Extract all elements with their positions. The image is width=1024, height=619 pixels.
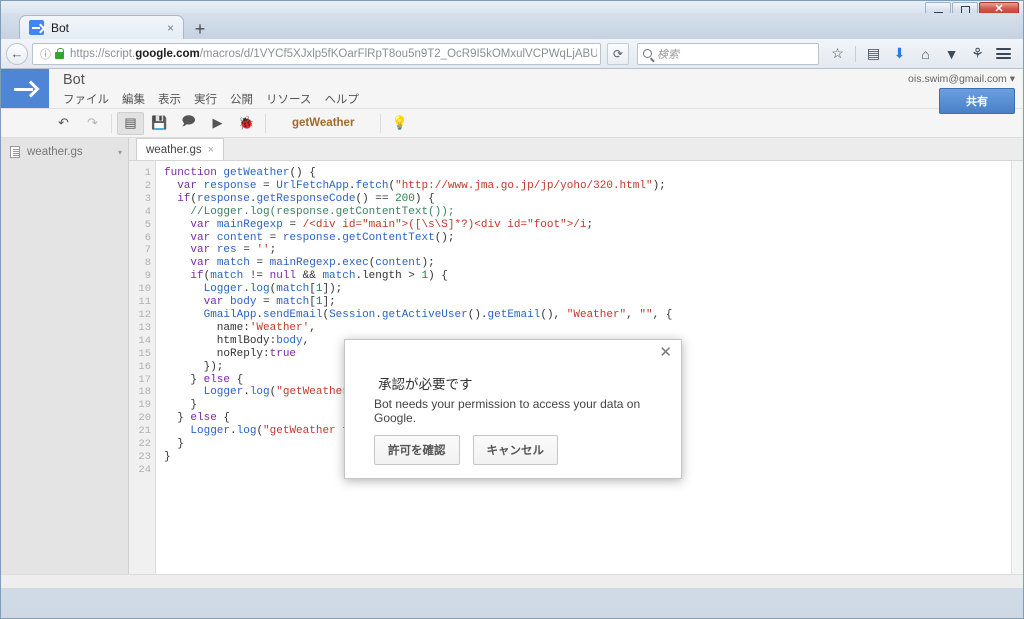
url-domain: google.com bbox=[135, 47, 200, 60]
star-icon[interactable]: ☆ bbox=[829, 45, 846, 62]
modal-overlay: ✕ 承認が必要です Bot needs your permission to a… bbox=[1, 69, 1023, 588]
dialog-buttons: 許可を確認 キャンセル bbox=[374, 435, 558, 465]
search-bar[interactable]: 検索 bbox=[637, 42, 819, 65]
download-icon[interactable]: ⬇ bbox=[891, 45, 908, 62]
window-titlebar: ✕ bbox=[1, 1, 1023, 17]
url-bar[interactable]: ⓘ https://script.google.com/macros/d/1VY… bbox=[32, 42, 601, 65]
lock-icon bbox=[55, 48, 64, 59]
search-icon bbox=[643, 49, 652, 58]
menu-icon[interactable] bbox=[995, 45, 1012, 62]
dialog-message: Bot needs your permission to access your… bbox=[374, 397, 641, 425]
back-button[interactable]: ← bbox=[6, 42, 28, 65]
browser-tabstrip: Bot × + bbox=[1, 13, 1023, 39]
new-tab-button[interactable]: + bbox=[190, 20, 210, 38]
dialog-title: 承認が必要です bbox=[378, 377, 473, 392]
reload-button[interactable]: ⟳ bbox=[607, 42, 629, 65]
browser-tab-bot[interactable]: Bot × bbox=[19, 15, 184, 39]
review-permissions-button[interactable]: 許可を確認 bbox=[374, 435, 460, 465]
home-icon[interactable]: ⌂ bbox=[917, 45, 934, 62]
browser-window: ✕ Bot × + ← ⓘ https://script.google.com/… bbox=[0, 0, 1024, 619]
browser-navbar: ← ⓘ https://script.google.com/macros/d/1… bbox=[1, 39, 1023, 69]
divider bbox=[855, 45, 856, 62]
dialog-close-icon[interactable]: ✕ bbox=[659, 345, 672, 360]
authorization-dialog: ✕ 承認が必要です Bot needs your permission to a… bbox=[344, 339, 682, 479]
browser-action-icons: ☆ ▤ ⬇ ⌂ ▼ ⚘ bbox=[823, 45, 1018, 62]
library-icon[interactable]: ▤ bbox=[865, 45, 882, 62]
cancel-button[interactable]: キャンセル bbox=[472, 435, 558, 465]
apps-script-favicon-icon bbox=[29, 20, 44, 35]
pocket-icon[interactable]: ▼ bbox=[943, 45, 960, 62]
info-icon[interactable]: ⓘ bbox=[36, 46, 55, 62]
url-scheme: https://script. bbox=[70, 47, 136, 60]
tab-close-icon[interactable]: × bbox=[164, 21, 177, 35]
sync-icon[interactable]: ⚘ bbox=[969, 45, 986, 62]
page-content: Bot ファイル 編集 表示 実行 公開 リソース ヘルプ ois.swim@g… bbox=[1, 69, 1023, 588]
tab-title: Bot bbox=[51, 20, 70, 35]
url-path: /macros/d/1VYCf5XJxlp5fKOarFlRpT8ou5n9T2… bbox=[199, 47, 597, 60]
url-text: https://script.google.com/macros/d/1VYCf… bbox=[70, 48, 597, 60]
search-placeholder: 検索 bbox=[657, 48, 679, 61]
